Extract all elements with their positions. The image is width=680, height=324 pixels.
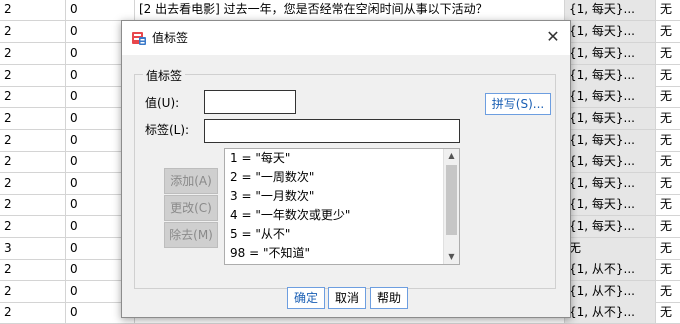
grid-cell[interactable]: {1, 从不}... <box>565 259 656 280</box>
grid-cell[interactable]: 无 <box>656 259 680 280</box>
grid-cell[interactable]: {1, 每天}... <box>565 65 656 86</box>
grid-row[interactable]: 2 0 [2 出去看电影] 过去一年，您是否经常在空闲时间从事以下活动？ {1,… <box>0 0 680 21</box>
scroll-down-icon[interactable]: ▼ <box>444 250 459 264</box>
grid-cell[interactable]: 无 <box>656 302 680 323</box>
scroll-thumb[interactable] <box>446 165 457 235</box>
value-labels-dialog: 值标签 ✕ 值标签 值(U): 拼写(S)... 标签(L): 添加(A) 更改… <box>121 20 571 318</box>
grid-cell[interactable]: 无 <box>656 216 680 237</box>
close-button[interactable]: ✕ <box>542 27 564 49</box>
label-field-label: 标签(L): <box>145 123 190 137</box>
grid-cell[interactable]: 无 <box>565 238 656 259</box>
grid-cell[interactable]: 2 <box>0 43 66 64</box>
grid-cell[interactable]: 2 <box>0 108 66 129</box>
ok-button[interactable]: 确定 <box>287 287 325 309</box>
list-scrollbar[interactable]: ▲ ▼ <box>443 149 459 264</box>
list-item[interactable]: 1 = "每天" <box>225 149 444 168</box>
grid-cell[interactable]: {1, 每天}... <box>565 21 656 42</box>
value-field-label: 值(U): <box>145 96 180 110</box>
grid-cell[interactable]: 2 <box>0 65 66 86</box>
grid-cell[interactable]: {1, 从不}... <box>565 281 656 302</box>
label-input[interactable] <box>204 119 460 143</box>
list-item[interactable]: 2 = "一周数次" <box>225 168 444 187</box>
list-item[interactable]: 98 = "不知道" <box>225 244 444 263</box>
grid-cell[interactable]: 无 <box>656 43 680 64</box>
grid-cell[interactable]: {1, 每天}... <box>565 108 656 129</box>
remove-button[interactable]: 除去(M) <box>164 222 218 248</box>
grid-cell[interactable]: 无 <box>656 238 680 259</box>
grid-cell[interactable]: 2 <box>0 130 66 151</box>
grid-cell[interactable]: 无 <box>656 194 680 215</box>
grid-cell[interactable]: 2 <box>0 21 66 42</box>
grid-cell[interactable]: {1, 每天}... <box>565 194 656 215</box>
grid-cell[interactable]: 2 <box>0 259 66 280</box>
grid-cell[interactable]: 0 <box>66 0 135 20</box>
grid-cell[interactable]: 2 <box>0 0 66 20</box>
help-button[interactable]: 帮助 <box>370 287 408 309</box>
grid-cell[interactable]: 2 <box>0 302 66 323</box>
grid-cell[interactable]: {1, 每天}... <box>565 130 656 151</box>
grid-cell[interactable]: 2 <box>0 151 66 172</box>
grid-cell[interactable]: 无 <box>656 65 680 86</box>
close-icon: ✕ <box>546 27 560 46</box>
scroll-up-icon[interactable]: ▲ <box>444 149 459 163</box>
change-button[interactable]: 更改(C) <box>164 195 218 221</box>
list-item[interactable]: 3 = "一月数次" <box>225 187 444 206</box>
list-item[interactable]: 4 = "一年数次或更少" <box>225 206 444 225</box>
grid-cell[interactable]: 2 <box>0 194 66 215</box>
value-input[interactable] <box>204 90 296 114</box>
grid-cell[interactable]: 无 <box>656 281 680 302</box>
grid-cell[interactable]: {1, 每天}... <box>565 173 656 194</box>
grid-cell[interactable]: 2 <box>0 216 66 237</box>
value-labels-icon <box>132 32 146 45</box>
add-button[interactable]: 添加(A) <box>164 168 218 194</box>
grid-cell[interactable]: 2 <box>0 173 66 194</box>
value-labels-list[interactable]: 1 = "每天" 2 = "一周数次" 3 = "一月数次" 4 = "一年数次… <box>224 148 460 265</box>
grid-cell[interactable]: {1, 每天}... <box>565 0 656 20</box>
dialog-title: 值标签 <box>152 31 189 45</box>
group-legend: 值标签 <box>143 67 186 84</box>
list-items: 1 = "每天" 2 = "一周数次" 3 = "一月数次" 4 = "一年数次… <box>225 149 444 263</box>
list-item[interactable]: 5 = "从不" <box>225 225 444 244</box>
grid-cell[interactable]: 无 <box>656 151 680 172</box>
grid-cell[interactable]: 无 <box>656 108 680 129</box>
grid-cell[interactable]: 3 <box>0 238 66 259</box>
grid-cell[interactable]: [2 出去看电影] 过去一年，您是否经常在空闲时间从事以下活动？ <box>135 0 565 20</box>
cancel-button[interactable]: 取消 <box>328 287 366 309</box>
grid-cell[interactable]: {1, 每天}... <box>565 43 656 64</box>
dialog-titlebar[interactable]: 值标签 ✕ <box>122 21 570 55</box>
grid-cell[interactable]: 无 <box>656 86 680 107</box>
grid-cell[interactable]: {1, 每天}... <box>565 216 656 237</box>
grid-cell[interactable]: {1, 每天}... <box>565 151 656 172</box>
grid-cell[interactable]: 2 <box>0 281 66 302</box>
grid-cell[interactable]: 无 <box>656 0 680 20</box>
grid-cell[interactable]: 2 <box>0 86 66 107</box>
grid-cell[interactable]: {1, 从不}... <box>565 302 656 323</box>
spelling-button[interactable]: 拼写(S)... <box>485 93 551 115</box>
grid-cell[interactable]: 无 <box>656 130 680 151</box>
grid-cell[interactable]: {1, 每天}... <box>565 86 656 107</box>
grid-cell[interactable]: 无 <box>656 21 680 42</box>
grid-cell[interactable]: 无 <box>656 173 680 194</box>
